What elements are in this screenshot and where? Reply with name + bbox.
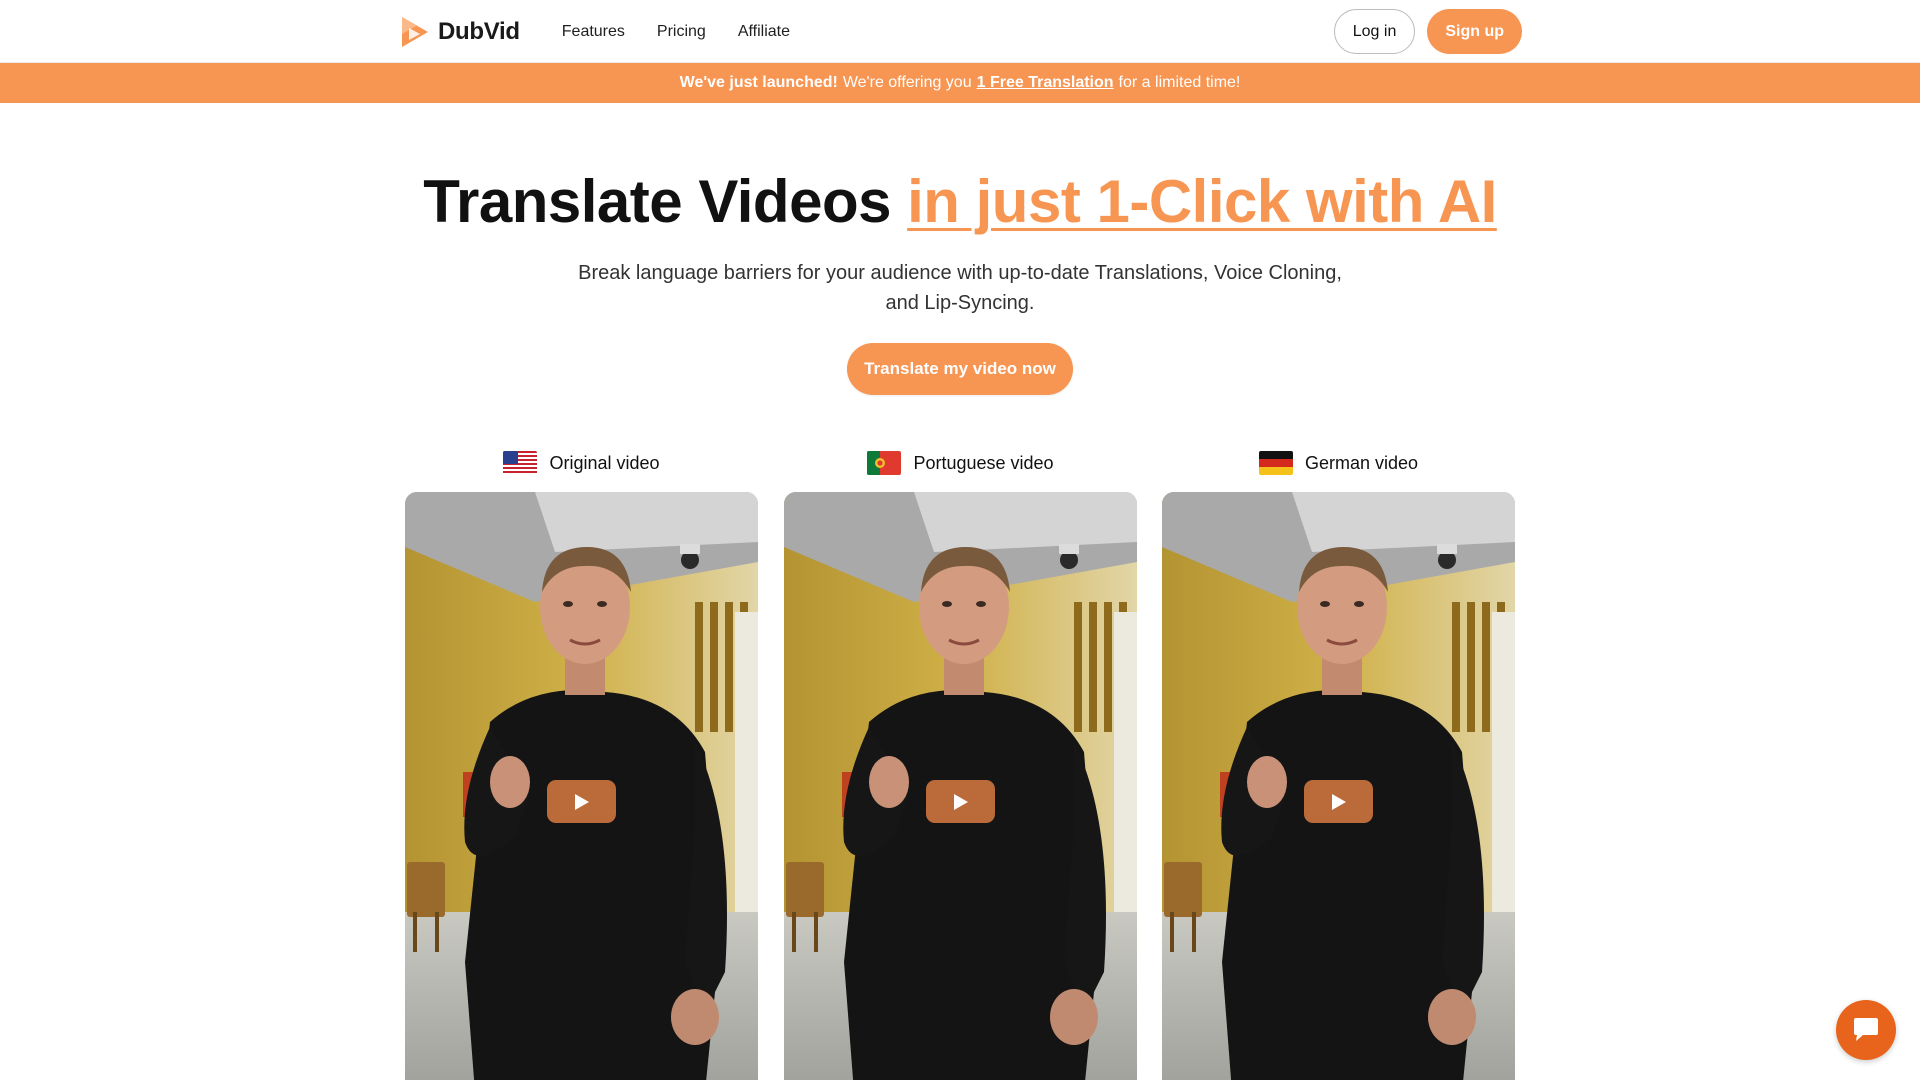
chat-icon [1854,1018,1878,1041]
dubvid-logo-icon [402,16,428,47]
video-label-portuguese: Portuguese video [913,452,1054,473]
chat-widget-button[interactable] [1836,1000,1896,1060]
play-button-german[interactable] [1304,780,1373,823]
brand-link[interactable]: DubVid [400,16,520,48]
login-button[interactable]: Log in [1333,9,1416,54]
video-player-portuguese[interactable] [784,492,1137,1080]
play-button-original[interactable] [547,780,616,823]
germany-flag-icon [1258,451,1293,475]
announcement-text-before: We're offering you [842,74,972,91]
video-column-portuguese: Portuguese video [784,447,1137,1080]
video-label-german: German video [1304,452,1419,473]
video-column-original: Original video [405,447,758,1080]
announcement-text-after: for a limited time! [1118,74,1241,91]
navbar: DubVid Features Pricing Affiliate Log in… [0,0,1920,63]
translate-video-cta-button[interactable]: Translate my video now [847,343,1073,395]
announcement-bar: We've just launched! We're offering you … [0,63,1920,103]
nav-link-pricing[interactable]: Pricing [657,23,706,41]
video-header-portuguese: Portuguese video [784,447,1137,479]
announcement-bold: We've just launched! [679,74,838,91]
video-player-german[interactable] [1162,492,1515,1080]
play-icon [1331,793,1346,810]
portugal-flag-icon [867,451,902,475]
video-player-original[interactable] [405,492,758,1080]
nav-link-affiliate[interactable]: Affiliate [738,23,790,41]
video-label-original: Original video [549,452,660,473]
video-column-german: German video [1162,447,1515,1080]
play-icon [953,793,968,810]
brand-name: DubVid [438,17,520,45]
hero-title-highlight: in just 1-Click with AI [907,168,1497,235]
nav-link-features[interactable]: Features [562,23,625,41]
hero-title-main: Translate Videos [423,168,891,235]
video-header-german: German video [1162,447,1515,479]
free-translation-link[interactable]: 1 Free Translation [977,74,1114,92]
play-button-portuguese[interactable] [926,780,995,823]
hero-title: Translate Videos in just 1-Click with AI [0,162,1920,242]
us-flag-icon [503,451,538,475]
signup-button[interactable]: Sign up [1427,9,1522,54]
navbar-inner: DubVid Features Pricing Affiliate Log in… [400,0,1522,63]
hero-subtitle: Break language barriers for your audienc… [578,262,1342,314]
nav-actions: Log in Sign up [1333,9,1522,54]
nav-links: Features Pricing Affiliate [562,23,822,41]
play-icon [574,793,589,810]
video-header-original: Original video [405,447,758,479]
